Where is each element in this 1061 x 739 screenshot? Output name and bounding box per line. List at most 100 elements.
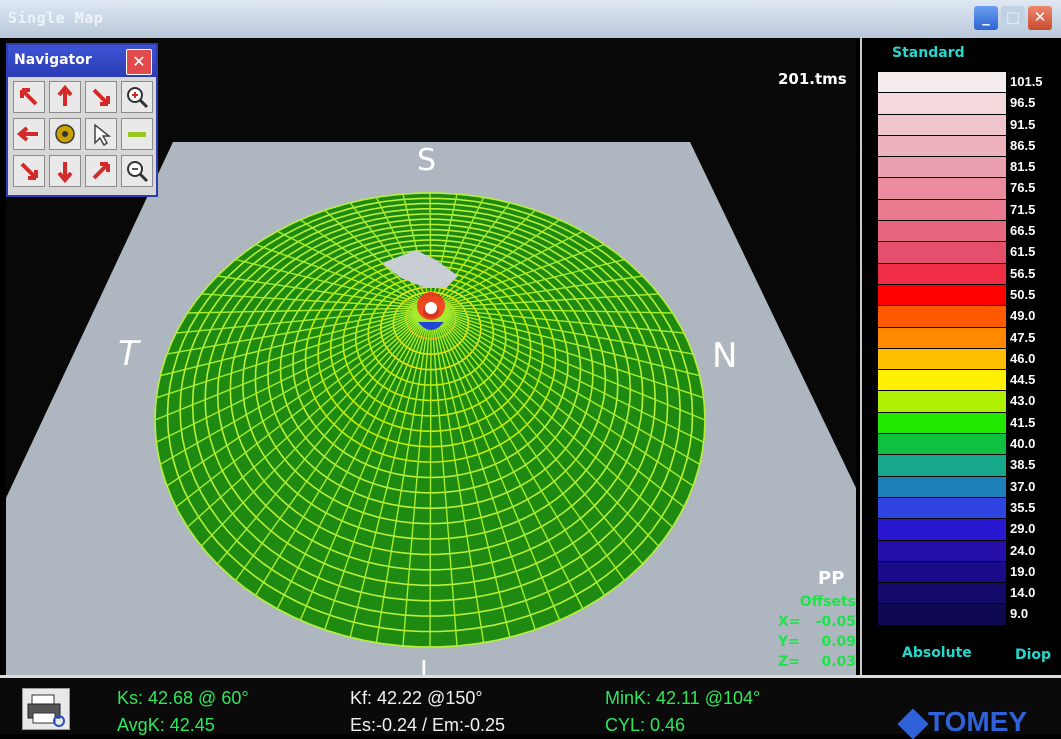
arrow-up-right-icon <box>92 162 110 180</box>
scale-step: 71.5 <box>878 199 1035 221</box>
zoom-in-button[interactable] <box>121 81 153 113</box>
pp-label: PP <box>818 568 845 589</box>
arrow-left-button[interactable] <box>13 118 45 150</box>
map-filename: 201.tms <box>778 70 847 88</box>
color-scale: 101.5 96.5 91.5 86.5 81.5 76.5 71.5 66.5 61.5 56.… <box>878 72 1043 626</box>
scale-step-value: 40.0 <box>1010 436 1036 452</box>
navigator-title: Navigator <box>14 52 92 68</box>
scale-step: 43.0 <box>878 391 1035 412</box>
scale-step-value: 46.0 <box>1010 350 1036 366</box>
stats-bar: Ks: 42.68 @ 60° Kf: 42.22 @150° MinK: 42… <box>0 675 1061 739</box>
rotate-up-left-icon <box>20 88 38 106</box>
scale-step-value: 38.5 <box>1010 457 1036 473</box>
flat-view-button[interactable] <box>121 118 153 150</box>
arrow-up-right-button[interactable] <box>85 155 117 187</box>
scale-step: 19.0 <box>878 561 1035 583</box>
scale-step: 46.0 <box>878 348 1035 370</box>
navigator-close-button[interactable]: ✕ <box>126 49 152 75</box>
scale-step-value: 56.5 <box>1010 265 1036 281</box>
scale-step: 81.5 <box>878 157 1035 178</box>
scale-step: 76.5 <box>878 178 1035 199</box>
direction-bottom-label: I <box>420 656 428 675</box>
flat-view-icon <box>128 132 146 137</box>
scale-step-value: 91.5 <box>1010 116 1036 132</box>
arrow-up-icon <box>57 84 73 106</box>
window-title: Single Map <box>8 9 104 27</box>
scale-step-value: 41.5 <box>1010 414 1036 430</box>
brand-mark-icon <box>897 708 929 739</box>
scale-step: 91.5 <box>878 114 1035 135</box>
navigator-panel: Navigator ✕ <box>6 43 158 197</box>
scale-step-value: 96.5 <box>1010 95 1036 111</box>
minimize-button[interactable]: _ <box>974 6 998 30</box>
direction-top-label: S <box>417 143 437 178</box>
scale-step: 96.5 <box>878 93 1035 114</box>
scale-step: 40.0 <box>878 434 1035 455</box>
arrow-down-button[interactable] <box>49 155 81 187</box>
offset-z-value: 0.03 <box>821 654 856 670</box>
close-window-button[interactable]: ✕ <box>1028 6 1052 30</box>
offset-x-value: -0.05 <box>815 614 856 630</box>
scale-step-value: 50.5 <box>1010 286 1036 302</box>
offset-x-label: X= <box>778 614 801 630</box>
scale-step: 50.5 <box>878 284 1035 306</box>
center-target-button[interactable] <box>49 118 81 150</box>
direction-right-label: N <box>712 336 738 376</box>
scale-step: 29.0 <box>878 519 1035 540</box>
scale-step: 101.5 <box>878 72 1043 93</box>
maximize-button[interactable]: □ <box>1001 6 1025 30</box>
cyl-value: CYL: 0.46 <box>605 715 686 735</box>
zoom-in-icon <box>127 87 149 109</box>
scale-step: 86.5 <box>878 135 1035 157</box>
window-titlebar: Single Map _ □ ✕ <box>0 0 1061 38</box>
scale-step: 49.0 <box>878 306 1035 327</box>
rotate-down-right-icon <box>92 88 110 106</box>
arrow-down-left-icon <box>20 162 38 180</box>
scale-step-value: 101.5 <box>1010 74 1043 89</box>
scale-step: 56.5 <box>878 263 1035 284</box>
es-em-value: Es:-0.24 / Em:-0.25 <box>350 715 506 735</box>
navigator-header: Navigator ✕ <box>8 45 156 77</box>
scale-step: 24.0 <box>878 540 1035 561</box>
print-button[interactable] <box>22 688 70 730</box>
arrow-up-button[interactable] <box>49 81 81 113</box>
scale-step-value: 44.5 <box>1010 372 1036 388</box>
pointer-button[interactable] <box>85 118 117 150</box>
scale-step-value: 14.0 <box>1010 585 1036 601</box>
zoom-out-button[interactable] <box>121 155 153 187</box>
scale-step-value: 37.0 <box>1010 478 1036 494</box>
arrow-down-left-button[interactable] <box>13 155 45 187</box>
scale-step-value: 29.0 <box>1010 521 1036 537</box>
scale-step-value: 9.0 <box>1010 606 1029 622</box>
scale-step-value: 76.5 <box>1010 180 1036 196</box>
kf-value: Kf: 42.22 @150° <box>350 688 483 708</box>
center-target-icon <box>55 124 75 144</box>
scale-step-value: 47.5 <box>1010 329 1036 345</box>
scale-step: 9.0 <box>878 604 1028 625</box>
apex-center <box>425 302 437 314</box>
ks-value: Ks: 42.68 @ 60° <box>117 688 249 708</box>
scale-step-value: 86.5 <box>1010 137 1036 153</box>
rotate-down-right-button[interactable] <box>85 81 117 113</box>
scale-step: 44.5 <box>878 370 1035 391</box>
scale-name[interactable]: Standard <box>892 45 965 61</box>
rotate-up-left-button[interactable] <box>13 81 45 113</box>
scale-step-value: 19.0 <box>1010 563 1036 579</box>
navigator-controls <box>13 81 153 187</box>
scale-step: 38.5 <box>878 455 1035 476</box>
scale-step-value: 61.5 <box>1010 244 1036 260</box>
arrow-left-icon <box>16 126 38 142</box>
scale-unit[interactable]: Diop <box>1015 647 1051 663</box>
scale-step: 47.5 <box>878 327 1035 348</box>
offset-z-label: Z= <box>778 654 800 670</box>
scale-mode[interactable]: Absolute <box>902 645 972 661</box>
scale-step-value: 81.5 <box>1010 159 1036 175</box>
scale-step-value: 43.0 <box>1010 393 1036 409</box>
scale-step-value: 24.0 <box>1010 542 1036 558</box>
scale-step: 37.0 <box>878 476 1035 497</box>
scale-step: 14.0 <box>878 583 1035 604</box>
scale-step-value: 71.5 <box>1010 201 1036 217</box>
offset-y-label: Y= <box>778 634 800 650</box>
pointer-icon <box>94 123 112 147</box>
offsets-title: Offsets <box>799 594 856 610</box>
